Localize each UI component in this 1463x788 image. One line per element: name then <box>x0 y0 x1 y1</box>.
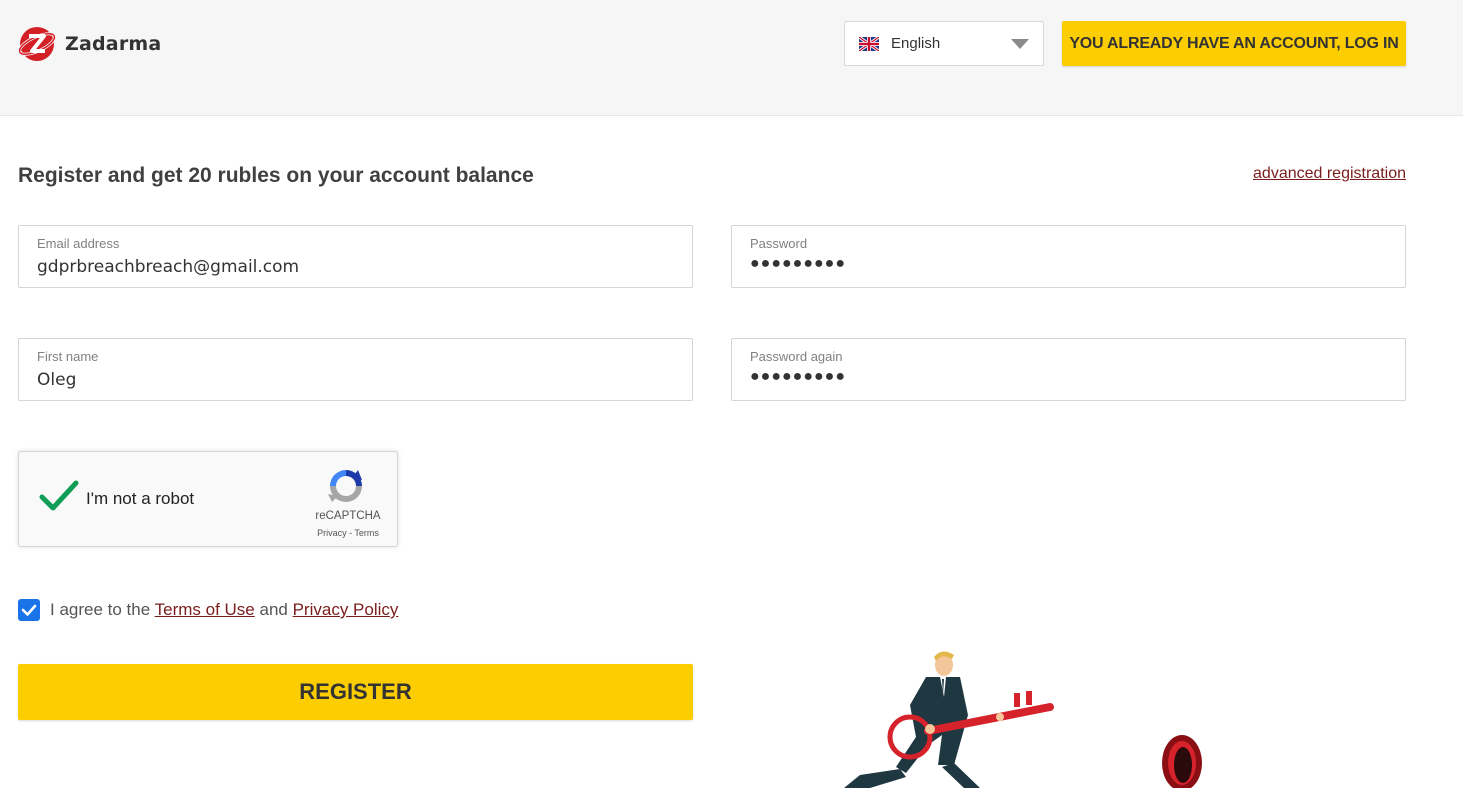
password-field[interactable]: Password ●●●●●●●●● <box>731 225 1406 288</box>
login-button[interactable]: YOU ALREADY HAVE AN ACCOUNT, LOG IN <box>1062 21 1406 66</box>
agree-prefix: I agree to the <box>50 600 151 619</box>
email-field[interactable]: Email address <box>18 225 693 288</box>
chevron-down-icon <box>1011 39 1029 49</box>
brand-name: Zadarma <box>65 33 162 55</box>
uk-flag-icon <box>859 37 879 51</box>
password-again-field[interactable]: Password again ●●●●●●●●● <box>731 338 1406 401</box>
privacy-policy-link[interactable]: Privacy Policy <box>293 600 399 619</box>
password-again-label: Password again <box>750 349 843 364</box>
checkmark-icon[interactable] <box>39 479 79 513</box>
first-name-field[interactable]: First name <box>18 338 693 401</box>
recaptcha-widget[interactable]: I'm not a robot reCAPTCHA Privacy - Term… <box>18 451 398 547</box>
zadarma-logo-icon <box>18 27 56 61</box>
password-again-input[interactable]: ●●●●●●●●● <box>750 368 846 386</box>
password-label: Password <box>750 236 808 251</box>
password-input[interactable]: ●●●●●●●●● <box>750 255 846 273</box>
language-label: English <box>891 35 941 52</box>
agree-checkbox[interactable] <box>18 599 40 621</box>
man-with-key-illustration <box>844 651 1202 788</box>
recaptcha-label: I'm not a robot <box>86 489 195 508</box>
agree-text: I agree to the Terms of Use and Privacy … <box>50 600 398 620</box>
terms-agreement: I agree to the Terms of Use and Privacy … <box>18 598 398 622</box>
checkmark-icon <box>21 604 37 616</box>
recaptcha-logo-icon <box>328 470 362 502</box>
first-name-input[interactable] <box>37 370 677 390</box>
terms-of-use-link[interactable]: Terms of Use <box>155 600 255 619</box>
agree-and: and <box>259 600 288 619</box>
email-label: Email address <box>37 236 120 251</box>
advanced-registration-link[interactable]: advanced registration <box>1253 165 1406 183</box>
first-name-label: First name <box>37 349 99 364</box>
email-input[interactable] <box>37 257 677 277</box>
page-title: Register and get 20 rubles on your accou… <box>18 164 534 187</box>
recaptcha-brand: reCAPTCHA <box>315 510 381 522</box>
language-select[interactable]: English <box>844 21 1044 66</box>
header: Zadarma English YOU ALREADY HAVE AN ACCO… <box>0 0 1463 116</box>
recaptcha-links[interactable]: Privacy - Terms <box>309 528 387 538</box>
register-button[interactable]: REGISTER <box>18 664 693 720</box>
logo[interactable]: Zadarma <box>17 24 161 64</box>
